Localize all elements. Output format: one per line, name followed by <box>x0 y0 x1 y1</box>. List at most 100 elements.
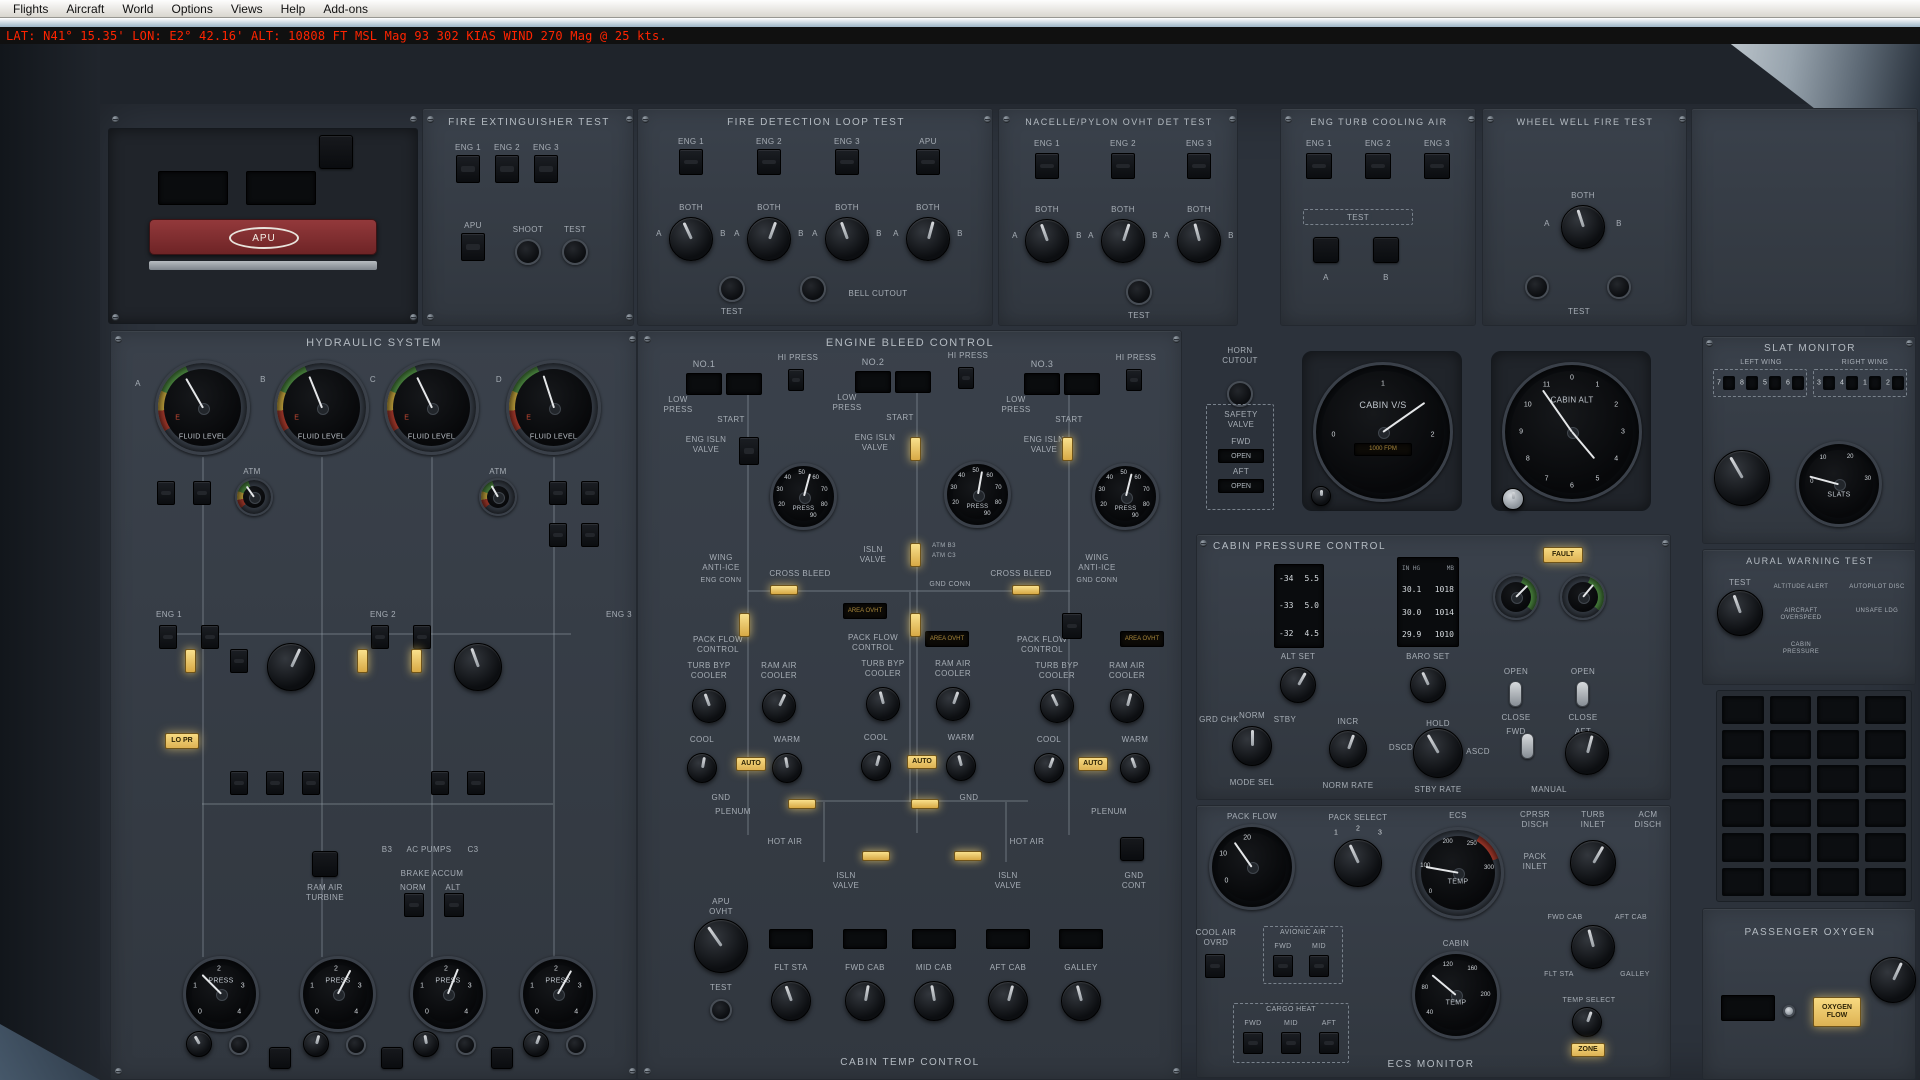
temp-knob[interactable] <box>861 751 891 781</box>
stby-rate-knob[interactable] <box>1413 728 1463 778</box>
press-test-button[interactable] <box>566 1035 586 1055</box>
temp-select-knob[interactable] <box>1572 1007 1602 1037</box>
loop-test-button[interactable] <box>719 276 745 302</box>
pump-switch[interactable] <box>371 625 389 649</box>
ram-air-knob-2[interactable] <box>936 687 970 721</box>
hyd-switch[interactable] <box>266 771 284 795</box>
nacelle-switch-1[interactable] <box>1035 153 1059 179</box>
alt-set-knob[interactable] <box>1280 667 1316 703</box>
pump-switch[interactable] <box>413 625 431 649</box>
temp-knob[interactable] <box>772 753 802 783</box>
slat-test-knob[interactable] <box>1714 450 1770 506</box>
hyd-switch[interactable] <box>549 523 567 547</box>
nacelle-switch-3[interactable] <box>1187 153 1211 179</box>
baro-set-knob[interactable] <box>1410 667 1446 703</box>
apu-test-button[interactable] <box>710 999 732 1021</box>
wheel-test-button-2[interactable] <box>1607 275 1631 299</box>
temp-knob[interactable] <box>687 753 717 783</box>
cargo-aft-switch[interactable] <box>1319 1032 1339 1054</box>
pack-valve-switch-3[interactable] <box>1062 613 1082 639</box>
menu-help[interactable]: Help <box>272 1 315 17</box>
eng-isln-valve-switch-1[interactable] <box>739 437 759 465</box>
hyd-selector-knob-2[interactable] <box>454 643 502 691</box>
pump-switch[interactable] <box>201 625 219 649</box>
agent-low-switch-1[interactable] <box>456 155 480 183</box>
zone-temp-knob[interactable] <box>914 981 954 1021</box>
hyd-selector-knob-1[interactable] <box>267 643 315 691</box>
hyd-switch[interactable] <box>431 771 449 795</box>
menu-aircraft[interactable]: Aircraft <box>57 1 113 17</box>
hyd-switch[interactable] <box>230 771 248 795</box>
turb-byp-knob-2[interactable] <box>866 687 900 721</box>
test-button-a[interactable] <box>1313 237 1339 263</box>
press-sel-knob[interactable] <box>413 1031 439 1057</box>
cargo-mid-switch[interactable] <box>1281 1032 1301 1054</box>
hi-press-switch[interactable] <box>1126 369 1142 391</box>
gnd-cont-button[interactable] <box>1120 837 1144 861</box>
nacelle-test-button[interactable] <box>1126 279 1152 305</box>
ecs-source-select-knob[interactable] <box>1570 840 1616 886</box>
cargo-fwd-switch[interactable] <box>1243 1032 1263 1054</box>
cabin-vs-knob[interactable] <box>1311 486 1331 506</box>
aft-valve-toggle[interactable] <box>1576 681 1589 707</box>
avionic-mid-switch[interactable] <box>1309 955 1329 977</box>
loop-switch-1[interactable] <box>679 149 703 175</box>
manual-knob[interactable] <box>1565 731 1609 775</box>
shoot-button[interactable] <box>515 239 541 265</box>
zone-temp-knob[interactable] <box>771 981 811 1021</box>
loop-select-knob-2[interactable] <box>747 217 791 261</box>
hyd-switch[interactable] <box>581 523 599 547</box>
nacelle-switch-2[interactable] <box>1111 153 1135 179</box>
cabin-alt-baro-knob[interactable] <box>1502 488 1524 510</box>
brake-accum-switch[interactable] <box>444 893 464 917</box>
press-sel-knob[interactable] <box>303 1031 329 1057</box>
hyd-button[interactable] <box>491 1047 513 1069</box>
hyd-switch[interactable] <box>157 481 175 505</box>
hi-press-switch[interactable] <box>788 369 804 391</box>
agent-low-switch-2[interactable] <box>495 155 519 183</box>
rat-button[interactable] <box>312 851 338 877</box>
oxygen-test-button[interactable] <box>1783 1005 1795 1017</box>
fwd-valve-toggle[interactable] <box>1509 681 1522 707</box>
zone-temp-knob[interactable] <box>845 981 885 1021</box>
air-zone-knob[interactable] <box>1571 925 1615 969</box>
zone-temp-knob[interactable] <box>1061 981 1101 1021</box>
manual-toggle[interactable] <box>1521 733 1534 759</box>
menu-flights[interactable]: Flights <box>4 1 57 17</box>
test-button-b[interactable] <box>1373 237 1399 263</box>
loop-switch-2[interactable] <box>757 149 781 175</box>
press-sel-knob[interactable] <box>186 1031 212 1057</box>
mode-sel-knob[interactable] <box>1232 726 1272 766</box>
loop-switch-3[interactable] <box>835 149 859 175</box>
ram-air-knob-3[interactable] <box>1110 689 1144 723</box>
zone-temp-knob[interactable] <box>988 981 1028 1021</box>
wheel-test-button-1[interactable] <box>1525 275 1549 299</box>
loop-select-knob-3[interactable] <box>825 217 869 261</box>
nacelle-knob-3[interactable] <box>1177 219 1221 263</box>
test-button[interactable] <box>562 239 588 265</box>
norm-rate-knob[interactable] <box>1329 730 1367 768</box>
temp-knob[interactable] <box>946 751 976 781</box>
press-test-button[interactable] <box>456 1035 476 1055</box>
avionic-fwd-switch[interactable] <box>1273 955 1293 977</box>
pack-select-knob[interactable] <box>1334 839 1382 887</box>
menu-views[interactable]: Views <box>222 1 272 17</box>
turb-byp-knob-1[interactable] <box>692 689 726 723</box>
apu-fire-handle[interactable]: APU <box>149 219 377 255</box>
nacelle-knob-1[interactable] <box>1025 219 1069 263</box>
hyd-switch[interactable] <box>581 481 599 505</box>
hi-press-switch[interactable] <box>958 367 974 389</box>
cool-air-ovrd-switch[interactable] <box>1205 954 1225 978</box>
oxygen-knob[interactable] <box>1870 957 1916 1003</box>
press-sel-knob[interactable] <box>523 1031 549 1057</box>
brake-accum-switch[interactable] <box>404 893 424 917</box>
loop-select-knob-1[interactable] <box>669 217 713 261</box>
wheel-well-knob[interactable] <box>1561 205 1605 249</box>
cooling-switch-2[interactable] <box>1365 153 1391 179</box>
loop-switch-4[interactable] <box>916 149 940 175</box>
menu-options[interactable]: Options <box>162 1 221 17</box>
menu-world[interactable]: World <box>113 1 162 17</box>
hyd-button[interactable] <box>269 1047 291 1069</box>
hyd-switch[interactable] <box>549 481 567 505</box>
apu-agent-switch[interactable] <box>461 233 485 261</box>
